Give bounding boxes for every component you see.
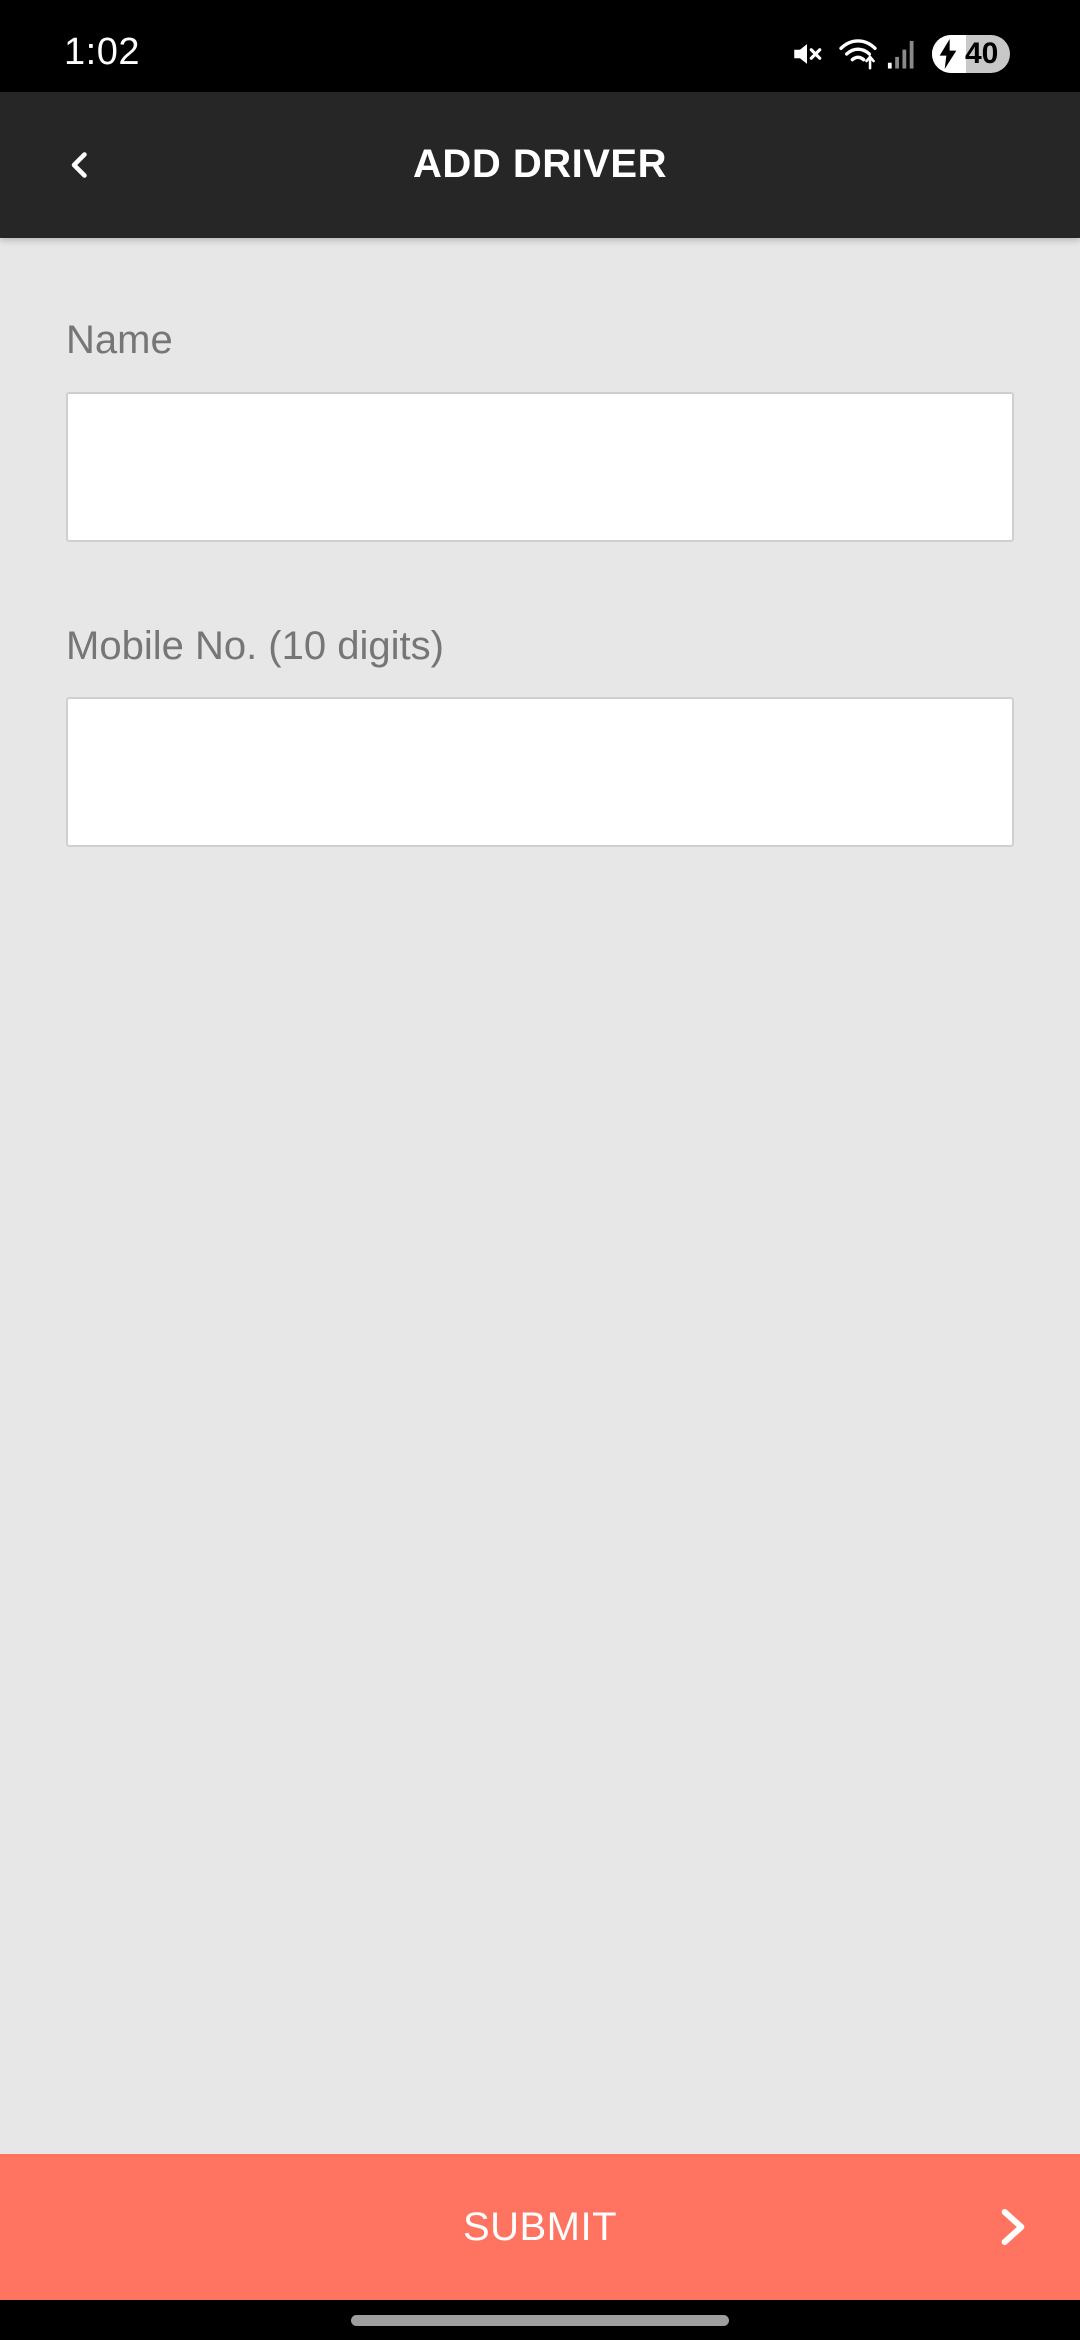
submit-label: SUBMIT (462, 2205, 618, 2249)
status-time: 1:02 (64, 31, 140, 73)
mobile-input[interactable] (66, 697, 1014, 847)
status-icons: 40 (790, 34, 1010, 74)
mobile-label: Mobile No. (10 digits) (66, 624, 444, 668)
page-title: ADD DRIVER (413, 142, 667, 186)
mute-icon (790, 37, 824, 71)
status-bar: 1:02 40 (0, 0, 1080, 92)
submit-button[interactable]: SUBMIT (0, 2154, 1080, 2300)
chevron-right-icon (1001, 2209, 1025, 2245)
name-input[interactable] (66, 392, 1014, 542)
system-nav-bar (0, 2300, 1080, 2340)
name-label: Name (66, 318, 173, 362)
battery-level: 40 (965, 37, 999, 70)
signal-icon (886, 38, 916, 70)
home-indicator[interactable] (351, 2315, 729, 2326)
wifi-icon (838, 37, 878, 71)
battery-charging-icon: 40 (932, 35, 1010, 73)
app-bar: ADD DRIVER (0, 92, 1080, 238)
